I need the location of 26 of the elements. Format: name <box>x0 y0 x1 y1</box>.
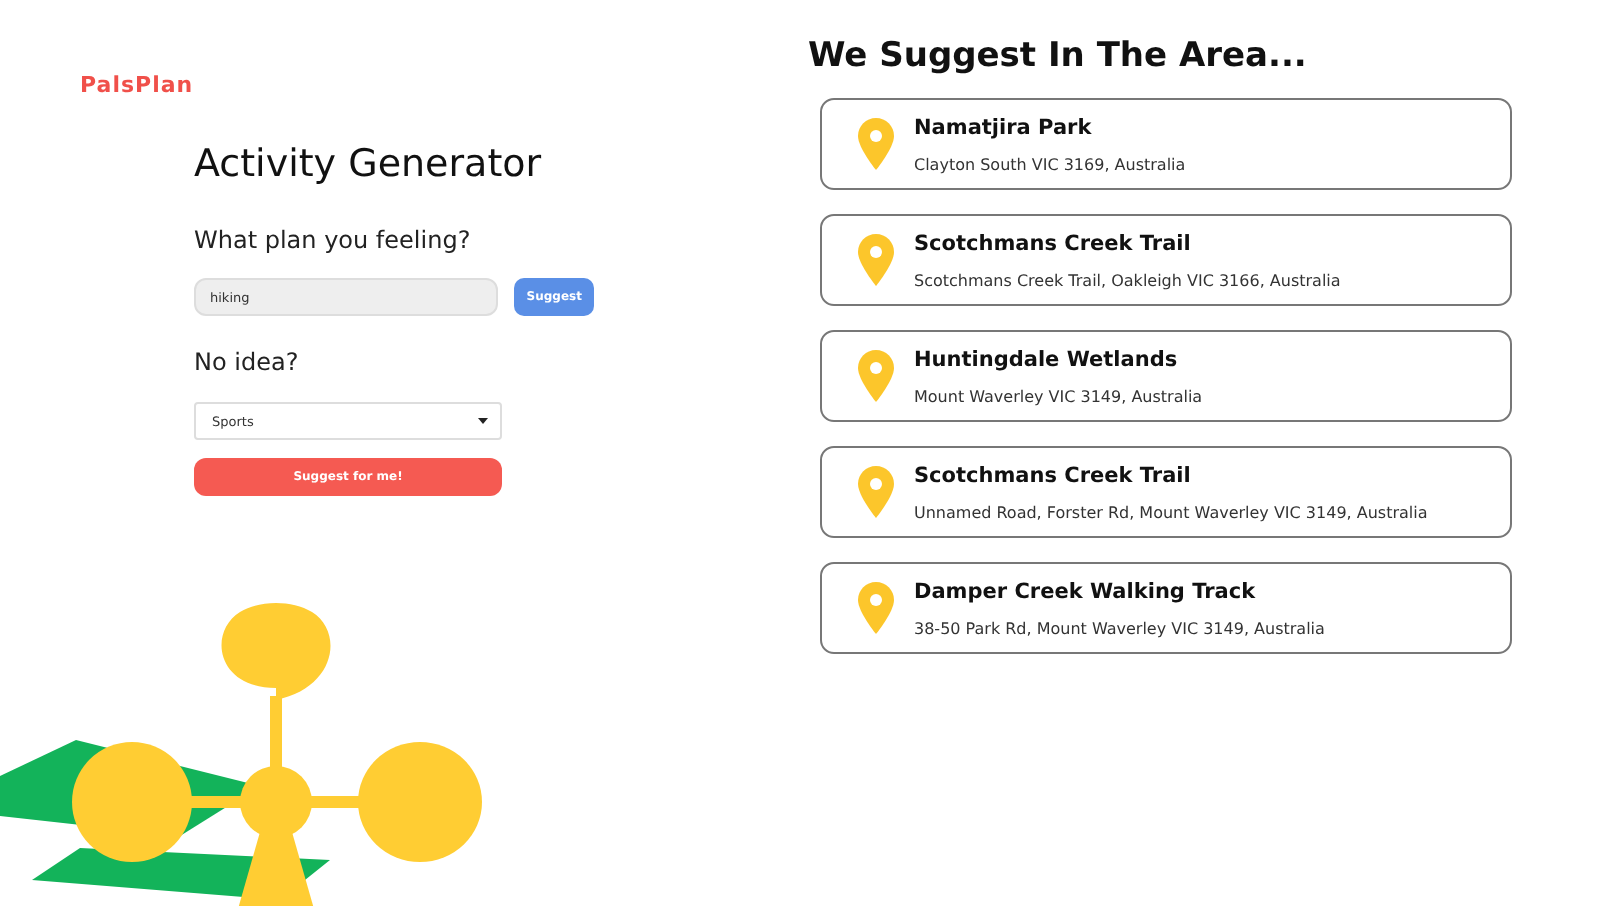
place-name: Namatjira Park <box>914 115 1094 139</box>
place-name: Scotchmans Creek Trail <box>914 231 1193 255</box>
prompt-label: What plan you feeling? <box>194 226 473 254</box>
place-address: Clayton South VIC 3169, Australia <box>914 155 1186 173</box>
place-name: Damper Creek Walking Track <box>914 579 1258 603</box>
place-card[interactable]: Damper Creek Walking Track 38-50 Park Rd, Mount Waverley VIC 3149, Australia <box>820 562 1512 654</box>
caret-icon <box>478 418 488 424</box>
results-heading: We Suggest In The Area... <box>808 36 1309 76</box>
place-card[interactable]: Namatjira Park Clayton South VIC 3169, Australia <box>820 98 1512 190</box>
prompt-label: No idea? <box>194 348 301 376</box>
place-address: Mount Waverley VIC 3149, Australia <box>914 387 1203 405</box>
place-name: Huntingdale Wetlands <box>914 347 1180 371</box>
map-pin-icon <box>858 582 894 634</box>
map-pin-icon <box>858 234 894 286</box>
map-pin-icon <box>858 350 894 402</box>
map-pin-icon <box>858 118 894 170</box>
logo: PalsPlan <box>80 72 194 98</box>
place-card[interactable]: Scotchmans Creek Trail Unnamed Road, Forster Rd, Mount Waverley VIC 3149, Australia <box>820 446 1512 538</box>
page-title: Activity Generator <box>194 142 544 186</box>
place-name: Scotchmans Creek Trail <box>914 463 1193 487</box>
place-address: Scotchmans Creek Trail, Oakleigh VIC 3166, Australia <box>914 271 1341 289</box>
map-pin-icon <box>858 466 894 518</box>
place-card[interactable]: Huntingdale Wetlands Mount Waverley VIC 3149, Australia <box>820 330 1512 422</box>
place-address: Unnamed Road, Forster Rd, Mount Waverley VIC 3149, Australia <box>914 503 1428 521</box>
place-address: 38-50 Park Rd, Mount Waverley VIC 3149, Australia <box>914 619 1325 637</box>
place-card[interactable]: Scotchmans Creek Trail Scotchmans Creek Trail, Oakleigh VIC 3166, Australia <box>820 214 1512 306</box>
